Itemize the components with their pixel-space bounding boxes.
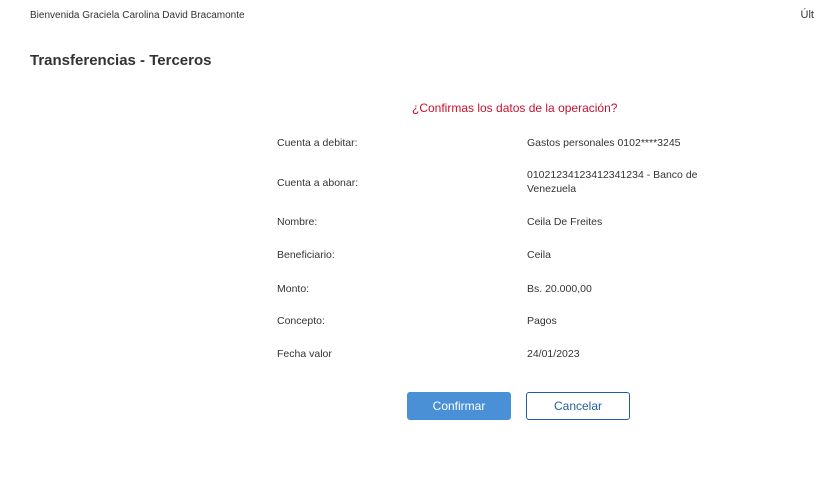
detail-label: Cuenta a abonar: [277,177,359,189]
welcome-text: Bienvenida Graciela Carolina David Braca… [30,10,245,21]
detail-label: Nombre: [277,216,318,228]
detail-label: Cuenta a debitar: [277,137,358,149]
detail-value: Bs. 20.000,00 [527,283,592,295]
detail-value: Ceila [527,249,551,261]
confirm-button[interactable]: Confirmar [407,392,511,420]
detail-value: Ceila De Freites [527,216,603,228]
detail-value: 24/01/2023 [527,348,580,360]
confirmation-question: ¿Confirmas los datos de la operación? [412,101,618,115]
detail-value: Gastos personales 0102****3245 [527,137,681,149]
top-bar: Bienvenida Graciela Carolina David Braca… [0,0,817,30]
cancel-button[interactable]: Cancelar [526,392,630,420]
page-title: Transferencias - Terceros [30,52,212,69]
detail-value: 01021234123412341234 - Banco de Venezuel… [527,169,698,195]
detail-label: Fecha valor [277,348,332,360]
detail-label: Beneficiario: [277,249,335,261]
last-access-text: Últ [800,9,814,21]
detail-label: Concepto: [277,315,325,327]
detail-value: Pagos [527,315,557,327]
detail-label: Monto: [277,283,310,295]
